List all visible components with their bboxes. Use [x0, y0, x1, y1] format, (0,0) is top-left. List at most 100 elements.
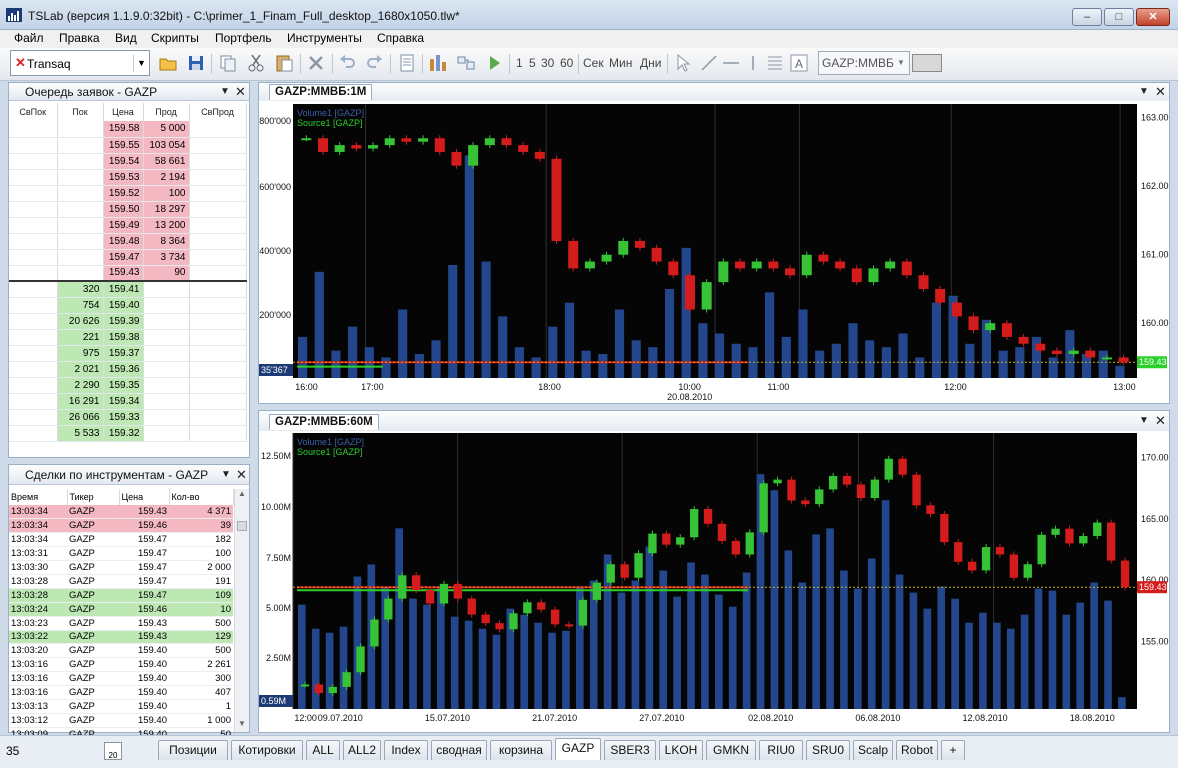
orderbook-ask-row[interactable]: 159.55 103 054: [9, 137, 247, 154]
menu-scripts[interactable]: Скрипты: [151, 31, 199, 45]
orderbook-ask-row[interactable]: 159.58 5 000: [9, 121, 247, 138]
trade-row[interactable]: 13:03:16 GAZP 159.40 2 261: [9, 657, 233, 673]
trade-row[interactable]: 13:03:16 GAZP 159.40 407: [9, 685, 233, 700]
text-icon[interactable]: A: [789, 53, 809, 73]
col-header-qty[interactable]: Кол-во: [169, 489, 234, 505]
orderbook-bid-row[interactable]: 221 159.38: [9, 329, 247, 346]
scroll-down-icon[interactable]: ▼: [238, 719, 246, 728]
interval-60-button[interactable]: 60: [560, 56, 573, 70]
orderbook-ask-row[interactable]: 159.52 100: [9, 185, 247, 202]
menu-portfolio[interactable]: Портфель: [215, 31, 272, 45]
orderbook-bid-row[interactable]: 5 533 159.32: [9, 425, 247, 442]
unit-seconds-button[interactable]: Сек: [583, 56, 604, 70]
workspace-tab[interactable]: Scalp: [853, 740, 893, 760]
price-volume-chart-60m[interactable]: Volume1 [GAZP]Source1 [GAZP] 12.50M 10.00M…: [259, 431, 1169, 732]
scrollbar-thumb[interactable]: [237, 521, 247, 531]
orderbook-bid-row[interactable]: 975 159.37: [9, 345, 247, 362]
redo-icon[interactable]: [364, 53, 384, 73]
orderbook-bid-row[interactable]: 320 159.41: [9, 280, 247, 298]
workspace-tab[interactable]: Robot: [896, 740, 938, 760]
fib-icon[interactable]: [765, 53, 785, 73]
chart-tab-1m[interactable]: GAZP:ММВБ:1М: [269, 84, 373, 100]
workspace-tab[interactable]: Index: [384, 740, 428, 760]
trade-row[interactable]: 13:03:12 GAZP 159.40 1 000: [9, 713, 233, 728]
workspace-tab[interactable]: LKOH: [659, 740, 703, 760]
chevron-down-icon[interactable]: ▼: [133, 55, 149, 72]
paste-icon[interactable]: [274, 53, 294, 73]
workspace-tab[interactable]: Позиции: [158, 740, 228, 760]
chart-bars-icon[interactable]: [428, 53, 448, 73]
orderbook-ask-row[interactable]: 159.53 2 194: [9, 169, 247, 186]
trade-row[interactable]: 13:03:23 GAZP 159.43 500: [9, 616, 233, 631]
save-icon[interactable]: [186, 53, 206, 73]
trade-row[interactable]: 13:03:28 GAZP 159.47 109: [9, 588, 233, 603]
menu-help[interactable]: Справка: [377, 31, 424, 45]
workspace-tab[interactable]: Котировки: [231, 740, 303, 760]
close-panel-icon[interactable]: ✕: [236, 467, 247, 483]
menu-view[interactable]: Вид: [115, 31, 137, 45]
vline-icon[interactable]: [743, 53, 763, 73]
menu-file[interactable]: Файл: [14, 31, 44, 45]
interval-30-button[interactable]: 30: [541, 56, 554, 70]
trade-row[interactable]: 13:03:20 GAZP 159.40 500: [9, 643, 233, 659]
symbol-select[interactable]: GAZP:ММВБ ▼: [818, 51, 910, 75]
pin-icon[interactable]: ▼: [1139, 86, 1149, 97]
col-header-pok[interactable]: Пок: [57, 103, 104, 121]
chevron-down-icon[interactable]: ▼: [897, 58, 905, 67]
trade-row[interactable]: 13:03:34 GAZP 159.43 4 371: [9, 505, 233, 520]
chart-tab-60m[interactable]: GAZP:ММВБ:60М: [269, 414, 379, 430]
trade-row[interactable]: 13:03:34 GAZP 159.46 39: [9, 518, 233, 534]
pin-icon[interactable]: ▼: [220, 86, 230, 97]
close-panel-icon[interactable]: ✕: [1155, 84, 1166, 100]
orderbook-bid-row[interactable]: 26 066 159.33: [9, 409, 247, 426]
properties-icon[interactable]: [397, 53, 417, 73]
trade-row[interactable]: 13:03:24 GAZP 159.46 10: [9, 602, 233, 617]
trade-row[interactable]: 13:03:34 GAZP 159.47 182: [9, 532, 233, 548]
menu-tools[interactable]: Инструменты: [287, 31, 362, 45]
layout-icon[interactable]: [456, 53, 476, 73]
workspace-tab[interactable]: GAZP: [555, 738, 601, 760]
interval-1-button[interactable]: 1: [516, 56, 523, 70]
col-header-svprod[interactable]: СвПрод: [189, 103, 247, 121]
orderbook-bid-row[interactable]: 2 021 159.36: [9, 361, 247, 378]
scroll-up-icon[interactable]: ▲: [238, 489, 246, 498]
unit-minutes-button[interactable]: Мин: [609, 56, 632, 70]
orderbook-ask-row[interactable]: 159.43 90: [9, 265, 247, 282]
orderbook-bid-row[interactable]: 16 291 159.34: [9, 393, 247, 410]
workspace-tab[interactable]: сводная: [431, 740, 487, 760]
trades-scrollbar[interactable]: ▲ ▼: [234, 489, 249, 732]
delete-icon[interactable]: [306, 53, 326, 73]
add-tab-button[interactable]: +: [941, 740, 965, 760]
cut-icon[interactable]: [246, 53, 266, 73]
copy-icon[interactable]: [218, 53, 238, 73]
trade-row[interactable]: 13:03:28 GAZP 159.47 191: [9, 574, 233, 589]
orderbook-ask-row[interactable]: 159.48 8 364: [9, 233, 247, 250]
close-panel-icon[interactable]: ✕: [1155, 413, 1166, 429]
menu-edit[interactable]: Правка: [59, 31, 100, 45]
interval-5-button[interactable]: 5: [529, 56, 536, 70]
minimize-button[interactable]: –: [1072, 8, 1102, 26]
workspace-tab[interactable]: корзина: [490, 740, 552, 760]
col-header-svpok[interactable]: СвПок: [9, 103, 58, 121]
trade-row[interactable]: 13:03:13 GAZP 159.40 1: [9, 699, 233, 714]
col-header-price[interactable]: Цена: [103, 103, 144, 121]
orderbook-bid-row[interactable]: 754 159.40: [9, 297, 247, 314]
unit-days-button[interactable]: Дни: [640, 56, 661, 70]
open-folder-icon[interactable]: [158, 53, 178, 73]
trade-row[interactable]: 13:03:30 GAZP 159.47 2 000: [9, 560, 233, 575]
workspace-tab[interactable]: ALL: [306, 740, 340, 760]
color-picker-button[interactable]: [912, 54, 942, 72]
maximize-button[interactable]: □: [1104, 8, 1134, 26]
trade-row[interactable]: 13:03:31 GAZP 159.47 100: [9, 546, 233, 562]
workspace-tab[interactable]: ALL2: [343, 740, 381, 760]
workspace-tab[interactable]: SRU0: [806, 740, 850, 760]
trade-row[interactable]: 13:03:22 GAZP 159.43 129: [9, 630, 233, 645]
cursor-icon[interactable]: [673, 53, 693, 73]
pin-icon[interactable]: ▼: [221, 469, 231, 480]
orderbook-ask-row[interactable]: 159.47 3 734: [9, 249, 247, 266]
line-icon[interactable]: [699, 53, 719, 73]
orderbook-bid-row[interactable]: 2 290 159.35: [9, 377, 247, 394]
broker-select[interactable]: ✕ Transaq ▼: [10, 50, 150, 76]
play-icon[interactable]: [484, 53, 504, 73]
orderbook-ask-row[interactable]: 159.50 18 297: [9, 201, 247, 218]
